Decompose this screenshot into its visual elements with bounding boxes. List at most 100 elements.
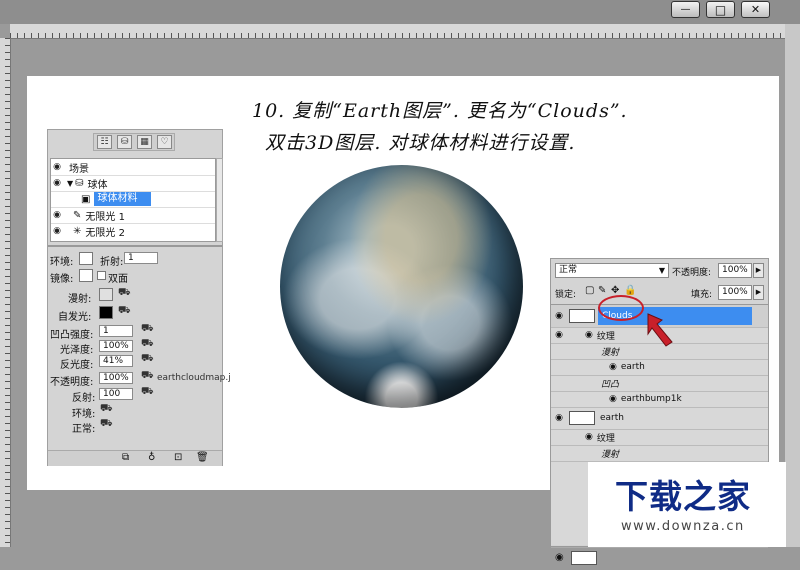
layer-row-earth-texture[interactable]: ◉ earth [551,359,768,376]
scene-row-light-1[interactable]: ◉ ✎ 无限光 1 [51,207,215,224]
mesh-tab-icon[interactable]: ⛁ [117,135,132,149]
folder-icon[interactable]: ⛟ [141,323,154,336]
folder-icon[interactable]: ⛟ [118,287,131,300]
fill-arrow-icon[interactable]: ▶ [753,285,764,300]
instruction-line-1: 10. 复制“Earth图层”. 更名为“Clouds”. [252,100,628,122]
layer-row-texture-2[interactable]: ◉ 纹理 [551,429,768,446]
material-icon: ▣ [81,193,91,205]
fill-input[interactable]: 100% [718,285,752,300]
layer-row-earth[interactable]: ◉ earth [551,407,768,430]
close-icon: ✕ [750,3,761,16]
materials-tab-icon[interactable]: ▦ [137,135,152,149]
light-icon: ✎ [73,209,82,221]
close-button[interactable]: ✕ [741,1,770,18]
new-item-icon[interactable]: ⊡ [174,452,182,463]
light-1-label: 无限光 1 [85,211,125,223]
mirror-swatch[interactable] [79,269,93,282]
blend-mode-select[interactable]: 正常 ▼ [555,263,669,278]
annotation-circle [598,295,644,321]
folder-icon[interactable]: ⛟ [100,418,113,431]
folder-icon[interactable]: ⛟ [118,305,131,318]
panel-3d-properties: ☷ ⛁ ▦ ♡ ◉ 场景 ◉ ▼ ⛁ 球体 ▣ 球体材料 ◉ ✎ 无限光 1 ◉… [47,129,231,466]
folder-icon[interactable]: ⛟ [100,403,113,416]
eye-icon[interactable]: ◉ [609,362,617,372]
texture-icon[interactable]: ⛟ [141,370,154,383]
gloss-input[interactable]: 100% [99,340,133,352]
double-side-label: 双面 [108,274,128,285]
layer-row-bump-texture[interactable]: ◉ earthbump1k [551,391,768,408]
instruction-line-2: 双击3D图层. 对球体材料进行设置. [265,132,576,154]
watermark-title: 下载之家 [615,477,751,516]
light-2-label: 无限光 2 [85,227,125,239]
watermark-url: www.downza.cn [621,519,745,534]
diffuse-group-label: 漫射 [601,347,620,358]
folder-icon[interactable]: ⛟ [141,353,154,366]
env-swatch[interactable] [79,252,93,265]
folder-icon[interactable]: ⛟ [141,338,154,351]
texture-eye-icon: ◉ [585,330,593,340]
shine-input[interactable]: 41% [99,355,133,367]
scene-row-sphere-material[interactable]: ▣ 球体材料 [51,191,215,208]
bump-group-label: 凹凸 [601,379,620,390]
eye-icon[interactable]: ◉ [51,226,63,236]
new-light-icon[interactable]: ♁ [148,452,155,463]
layer-thumbnail [571,551,597,565]
maximize-button[interactable]: □ [706,1,735,18]
scene-tree: ◉ 场景 ◉ ▼ ⛁ 球体 ▣ 球体材料 ◉ ✎ 无限光 1 ◉ ✳ 无限光 2 [50,158,216,242]
earth-globe-render [280,165,523,408]
mirror-label: 镜像: [50,274,74,285]
minimize-button[interactable]: — [671,1,700,18]
lock-transparency-icon[interactable]: ▢ [585,285,594,296]
diffuse-swatch[interactable] [99,288,113,301]
shine-label: 反光度: [60,360,94,371]
gloss-label: 光泽度: [60,345,94,356]
earth-layer-name: earth [600,413,624,423]
panel-divider[interactable] [48,245,222,247]
layer-row-background[interactable]: ◉ [551,547,768,570]
env-label: 环境: [50,257,74,268]
double-side-checkbox[interactable] [97,271,106,280]
scene-row-sphere[interactable]: ◉ ▼ ⛁ 球体 [51,175,215,192]
texture-label-2: 纹理 [596,433,615,444]
layer-row-diffuse-2: 漫射 [551,445,768,462]
layer-thumbnail [569,309,595,323]
diffuse-group-label-2: 漫射 [601,449,620,460]
expand-triangle-icon[interactable]: ▼ [67,179,73,188]
opacity-arrow-icon[interactable]: ▶ [753,263,764,278]
eye-icon[interactable]: ◉ [51,178,63,188]
reflect-input[interactable]: 100 [99,388,133,400]
scene-row-scene[interactable]: ◉ 场景 [51,159,215,176]
fill-label: 填充: [691,290,713,300]
refract-label: 折射: [100,257,124,268]
eye-icon[interactable]: ◉ [609,394,617,404]
layer-opacity-input[interactable]: 100% [718,263,752,278]
self-illum-swatch[interactable] [99,306,113,319]
refract-input[interactable]: 1 [124,252,158,264]
lock-brush-icon[interactable]: ✎ [598,285,606,296]
opacity-label: 不透明度: [50,377,94,388]
panel-bottom-toolbar: ⧉ ♁ ⊡ 🗑 [48,450,222,466]
reflect-label: 反射: [72,393,96,404]
opacity-input[interactable]: 100% [99,372,133,384]
eye-icon[interactable]: ◉ [551,311,567,321]
scene-tab-icon[interactable]: ☷ [97,135,112,149]
eye-icon[interactable]: ◉ [551,330,567,340]
folder-icon[interactable]: ⛟ [141,386,154,399]
scene-scrollbar[interactable] [216,158,223,242]
eye-icon[interactable]: ◉ [585,432,593,442]
eye-icon[interactable]: ◉ [51,162,63,172]
bump-input[interactable]: 1 [99,325,133,337]
sphere-label: 球体 [87,179,108,191]
eye-icon[interactable]: ◉ [51,210,63,220]
opacity-texture-name: earthcloudmap.j [157,373,231,383]
scene-row-light-2[interactable]: ◉ ✳ 无限光 2 [51,223,215,239]
trash-icon[interactable]: 🗑 [196,452,209,463]
scene-label: 场景 [69,163,89,175]
vertical-ruler [0,38,11,547]
bump-texture-label: earthbump1k [620,394,682,404]
eye-icon[interactable]: ◉ [551,413,567,423]
diffuse-label: 漫射: [68,294,92,305]
eye-icon[interactable]: ◉ [555,552,564,563]
render-icon[interactable]: ⧉ [122,452,129,463]
lights-tab-icon[interactable]: ♡ [157,135,172,149]
